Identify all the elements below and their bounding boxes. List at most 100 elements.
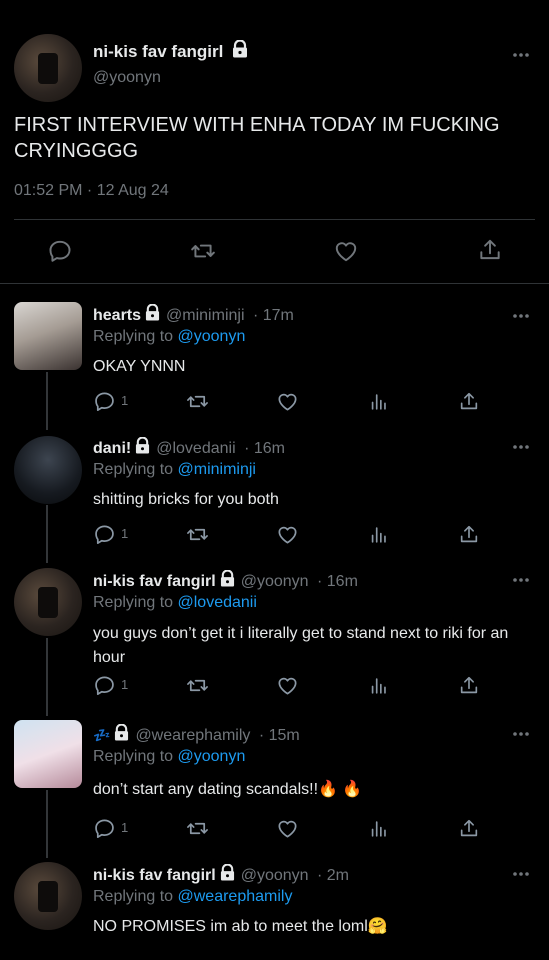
replying-to: Replying to @yoonyn [93,328,245,346]
mention-link[interactable]: @yoonyn [178,748,246,765]
author-handle[interactable]: @yoonyn [241,867,309,884]
author-display-name[interactable]: hearts [93,307,141,324]
author-handle[interactable]: @lovedanii [156,440,235,457]
author-handle[interactable]: @yoonyn [93,69,161,87]
mention-link[interactable]: @lovedanii [178,594,257,611]
share-icon[interactable] [458,523,480,546]
more-icon[interactable] [512,51,530,59]
reply-tweet[interactable]: dani! @lovedanii · 16m Replying to @minim… [0,436,549,557]
reply-time: · 16m [317,573,358,590]
author-name-row: ni-kis fav fangirl @yoonyn · 16m [93,570,358,591]
like-icon[interactable] [276,817,299,840]
more-icon[interactable] [512,312,530,320]
reply-icon[interactable] [93,817,116,840]
retweet-icon[interactable] [185,523,210,546]
reply-text: you guys don’t get it i literally get to… [93,625,509,666]
author-handle[interactable]: @yoonyn [241,573,309,590]
reply-time: · 15m [258,727,300,744]
replying-to: Replying to @miniminji [93,461,256,479]
like-icon[interactable] [276,390,299,413]
like-icon[interactable] [276,523,299,546]
author-name-row: dani! @lovedanii · 16m [93,437,285,458]
author-display-name[interactable]: 💤 [93,728,110,744]
replying-to-label: Replying to [93,328,178,345]
reply-text: don’t start any dating scandals!!🔥 🔥 [93,781,363,798]
reply-count: 1 [121,677,129,692]
author-handle[interactable]: @wearephamily [135,727,250,744]
author-display-name[interactable]: dani! [93,440,131,457]
views-icon[interactable] [368,817,390,840]
reply-icon[interactable] [93,390,116,413]
retweet-icon[interactable] [185,817,210,840]
more-icon[interactable] [512,576,530,584]
replying-to-label: Replying to [93,748,178,765]
avatar[interactable] [14,34,82,102]
tweet-timestamp[interactable]: 01:52 PM · 12 Aug 24 [14,182,169,200]
share-icon[interactable] [458,674,480,697]
lock-icon [220,570,235,587]
reply-actions: 1 [93,523,493,545]
tweet-text: FIRST INTERVIEW WITH ENHA TODAY IM FUCKI… [14,114,500,162]
reply-text: shitting bricks for you both [93,491,279,508]
share-icon[interactable] [458,817,480,840]
retweet-icon[interactable] [189,238,217,264]
more-icon[interactable] [512,443,530,451]
author-handle[interactable]: @miniminji [166,307,244,324]
views-icon[interactable] [368,674,390,697]
divider [0,283,549,284]
reply-tweet[interactable]: hearts @miniminji · 17m Replying to @yoon… [0,302,549,424]
reply-text: NO PROMISES im ab to meet the loml🤗 [93,918,388,935]
share-icon[interactable] [477,237,503,263]
reply-actions: 1 [93,390,493,412]
share-icon[interactable] [458,390,480,413]
lock-icon [135,437,150,454]
reply-actions: 1 [93,817,493,839]
reply-time: · 17m [252,307,294,324]
retweet-icon[interactable] [185,674,210,697]
avatar[interactable] [14,862,82,930]
author-display-name[interactable]: ni-kis fav fangirl [93,573,216,590]
lock-icon [114,724,129,741]
views-icon[interactable] [368,390,390,413]
main-tweet: ni-kis fav fangirl @yoonyn FIRST INTERVI… [0,0,549,284]
mention-link[interactable]: @miniminji [178,461,256,478]
more-icon[interactable] [512,730,530,738]
reply-text: OKAY YNNN [93,358,186,375]
mention-link[interactable]: @wearephamily [178,888,293,905]
lock-icon [220,864,235,881]
reply-actions: 1 [93,674,493,696]
author-name-row: hearts @miniminji · 17m [93,304,294,325]
divider [14,219,535,220]
avatar[interactable] [14,436,82,504]
reply-tweet[interactable]: 💤 @wearephamily · 15m Replying to @yoonyn… [0,720,549,854]
avatar[interactable] [14,302,82,370]
author-display-name[interactable]: ni-kis fav fangirl [93,42,223,61]
reply-count: 1 [121,820,129,835]
reply-count: 1 [121,393,129,408]
reply-time: · 2m [317,867,349,884]
lock-icon [232,40,248,58]
author-name-row: 💤 @wearephamily · 15m [93,724,300,745]
reply-count: 1 [121,526,129,541]
like-icon[interactable] [333,238,359,264]
replying-to: Replying to @lovedanii [93,594,257,612]
replying-to-label: Replying to [93,461,178,478]
reply-icon[interactable] [93,674,116,697]
more-icon[interactable] [512,870,530,878]
views-icon[interactable] [368,523,390,546]
avatar[interactable] [14,720,82,788]
reply-icon[interactable] [93,523,116,546]
retweet-icon[interactable] [185,390,210,413]
mention-link[interactable]: @yoonyn [178,328,246,345]
replying-to-label: Replying to [93,594,178,611]
author-name-row: ni-kis fav fangirl [93,40,248,62]
avatar[interactable] [14,568,82,636]
reply-tweet[interactable]: ni-kis fav fangirl @yoonyn · 16m Replying… [0,568,549,710]
author-name-row: ni-kis fav fangirl @yoonyn · 2m [93,864,349,885]
reply-tweet[interactable]: ni-kis fav fangirl @yoonyn · 2m Replying … [0,862,549,960]
like-icon[interactable] [276,674,299,697]
replying-to-label: Replying to [93,888,178,905]
reply-time: · 16m [244,440,285,457]
reply-icon[interactable] [47,238,73,264]
author-display-name[interactable]: ni-kis fav fangirl [93,867,216,884]
